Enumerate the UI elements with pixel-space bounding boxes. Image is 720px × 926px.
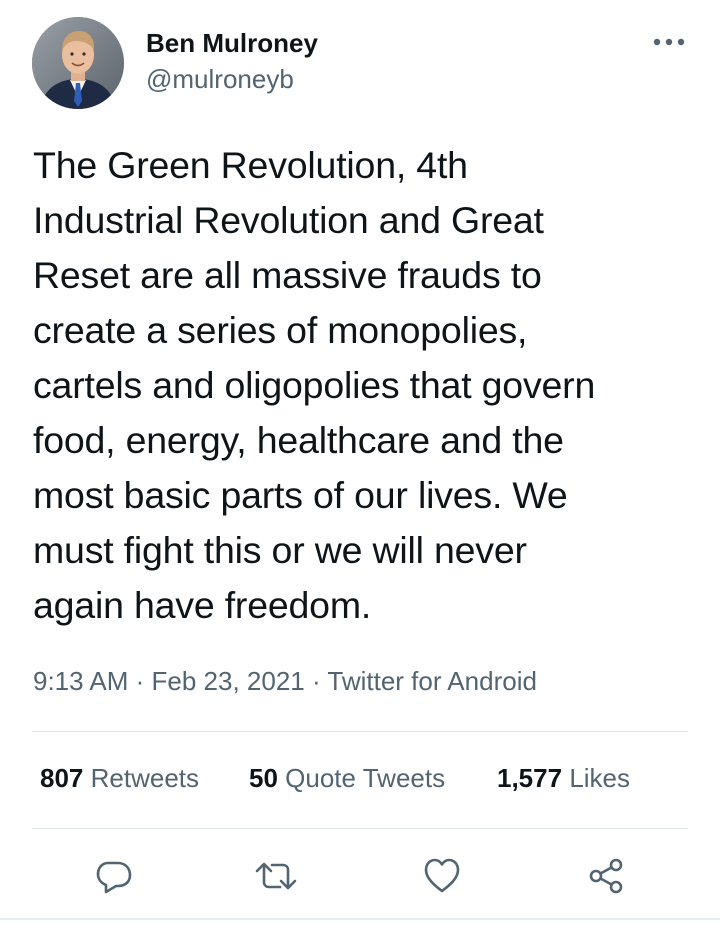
reply-icon xyxy=(96,861,132,894)
likes-label: Likes xyxy=(569,763,631,793)
meta-separator: · xyxy=(304,666,328,696)
reply-button[interactable] xyxy=(90,852,138,900)
display-name[interactable]: Ben Mulroney xyxy=(146,27,318,59)
quote-tweets-stat[interactable]: 50 Quote Tweets xyxy=(249,761,445,795)
tweet-text: The Green Revolution, 4th Industrial Rev… xyxy=(33,144,596,626)
likes-stat[interactable]: 1,577 Likes xyxy=(497,761,630,795)
retweets-count: 807 xyxy=(40,763,84,793)
heart-icon xyxy=(424,858,460,893)
divider xyxy=(32,828,688,829)
likes-count: 1,577 xyxy=(497,763,563,793)
divider xyxy=(32,731,688,732)
retweets-stat[interactable]: 807 Retweets xyxy=(40,761,199,795)
share-button[interactable] xyxy=(582,852,630,900)
avatar[interactable] xyxy=(32,17,124,109)
share-icon xyxy=(589,858,623,894)
quote-tweets-label: Quote Tweets xyxy=(285,763,446,793)
tweet-source[interactable]: Twitter for Android xyxy=(327,666,537,696)
like-button[interactable] xyxy=(418,852,466,900)
tweet-actions xyxy=(0,852,720,900)
tweet-detail: Ben Mulroney @mulroneyb The Green Revolu… xyxy=(0,0,720,926)
bottom-divider xyxy=(0,918,720,920)
tweet-time[interactable]: 9:13 AM xyxy=(33,666,128,696)
more-horizontal-icon[interactable] xyxy=(648,30,692,54)
tweet-meta: 9:13 AM · Feb 23, 2021 · Twitter for And… xyxy=(33,664,537,698)
meta-separator: · xyxy=(128,666,152,696)
retweets-label: Retweets xyxy=(90,763,200,793)
retweet-button[interactable] xyxy=(252,852,300,900)
retweet-icon xyxy=(255,862,297,890)
user-info: Ben Mulroney @mulroneyb xyxy=(146,27,318,95)
user-handle[interactable]: @mulroneyb xyxy=(146,63,318,95)
tweet-date[interactable]: Feb 23, 2021 xyxy=(152,666,305,696)
quote-tweets-count: 50 xyxy=(249,763,278,793)
